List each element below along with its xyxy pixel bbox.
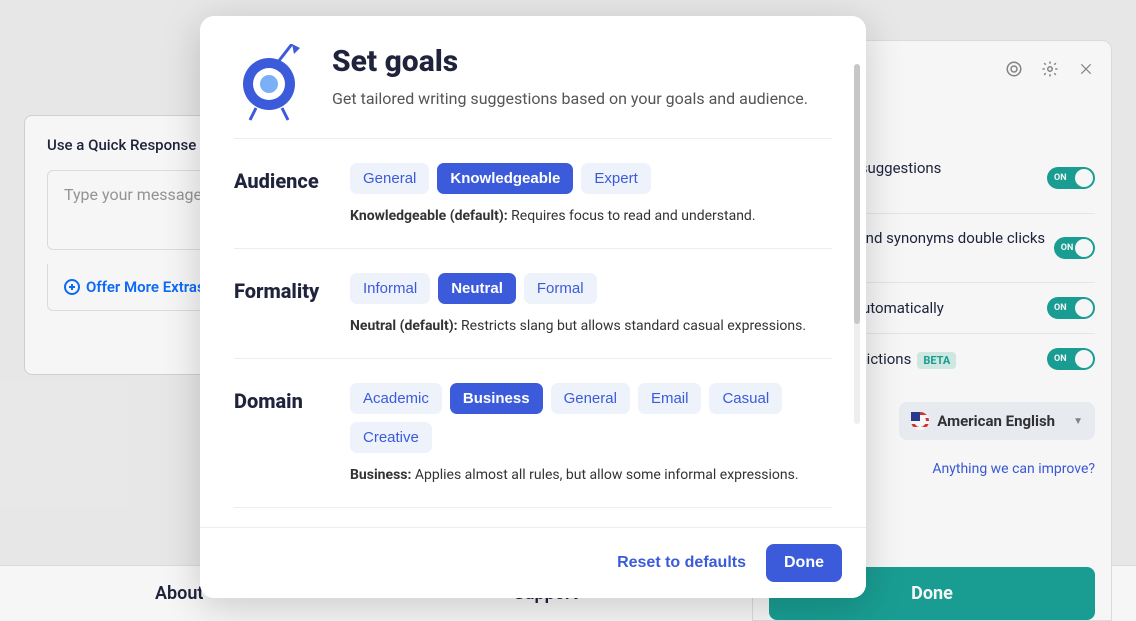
audience-desc: Knowledgeable (default): Requires focus …: [350, 208, 832, 224]
reset-defaults-button[interactable]: Reset to defaults: [617, 554, 746, 572]
modal-done-button[interactable]: Done: [766, 544, 842, 582]
domain-desc: Business: Applies almost all rules, but …: [350, 467, 832, 483]
domain-label: Domain: [234, 383, 350, 413]
audience-knowledgeable[interactable]: Knowledgeable: [437, 163, 573, 194]
formality-neutral[interactable]: Neutral: [438, 273, 516, 304]
modal-footer: Reset to defaults Done: [200, 527, 866, 598]
domain-general[interactable]: General: [551, 383, 630, 414]
audience-label: Audience: [234, 163, 350, 193]
section-domain: Domain Academic Business General Email C…: [234, 358, 832, 507]
domain-creative[interactable]: Creative: [350, 422, 432, 453]
modal-subtitle: Get tailored writing suggestions based o…: [332, 89, 808, 108]
domain-business[interactable]: Business: [450, 383, 543, 414]
audience-general[interactable]: General: [350, 163, 429, 194]
set-goals-modal: Set goals Get tailored writing suggestio…: [200, 16, 866, 598]
domain-email[interactable]: Email: [638, 383, 702, 414]
section-tone: Tone 😀Neutral 🤝Confident 😊Joyful ✌️Optim…: [234, 507, 832, 527]
target-icon: [234, 44, 304, 128]
modal-title: Set goals: [332, 44, 808, 79]
section-audience: Audience General Knowledgeable Expert Kn…: [234, 138, 832, 248]
formality-label: Formality: [234, 273, 350, 303]
audience-expert[interactable]: Expert: [581, 163, 650, 194]
section-formality: Formality Informal Neutral Formal Neutra…: [234, 248, 832, 358]
formality-desc: Neutral (default): Restricts slang but a…: [350, 318, 832, 334]
formality-formal[interactable]: Formal: [524, 273, 597, 304]
domain-academic[interactable]: Academic: [350, 383, 442, 414]
formality-informal[interactable]: Informal: [350, 273, 430, 304]
scrollbar-thumb[interactable]: [854, 64, 860, 324]
domain-casual[interactable]: Casual: [709, 383, 782, 414]
